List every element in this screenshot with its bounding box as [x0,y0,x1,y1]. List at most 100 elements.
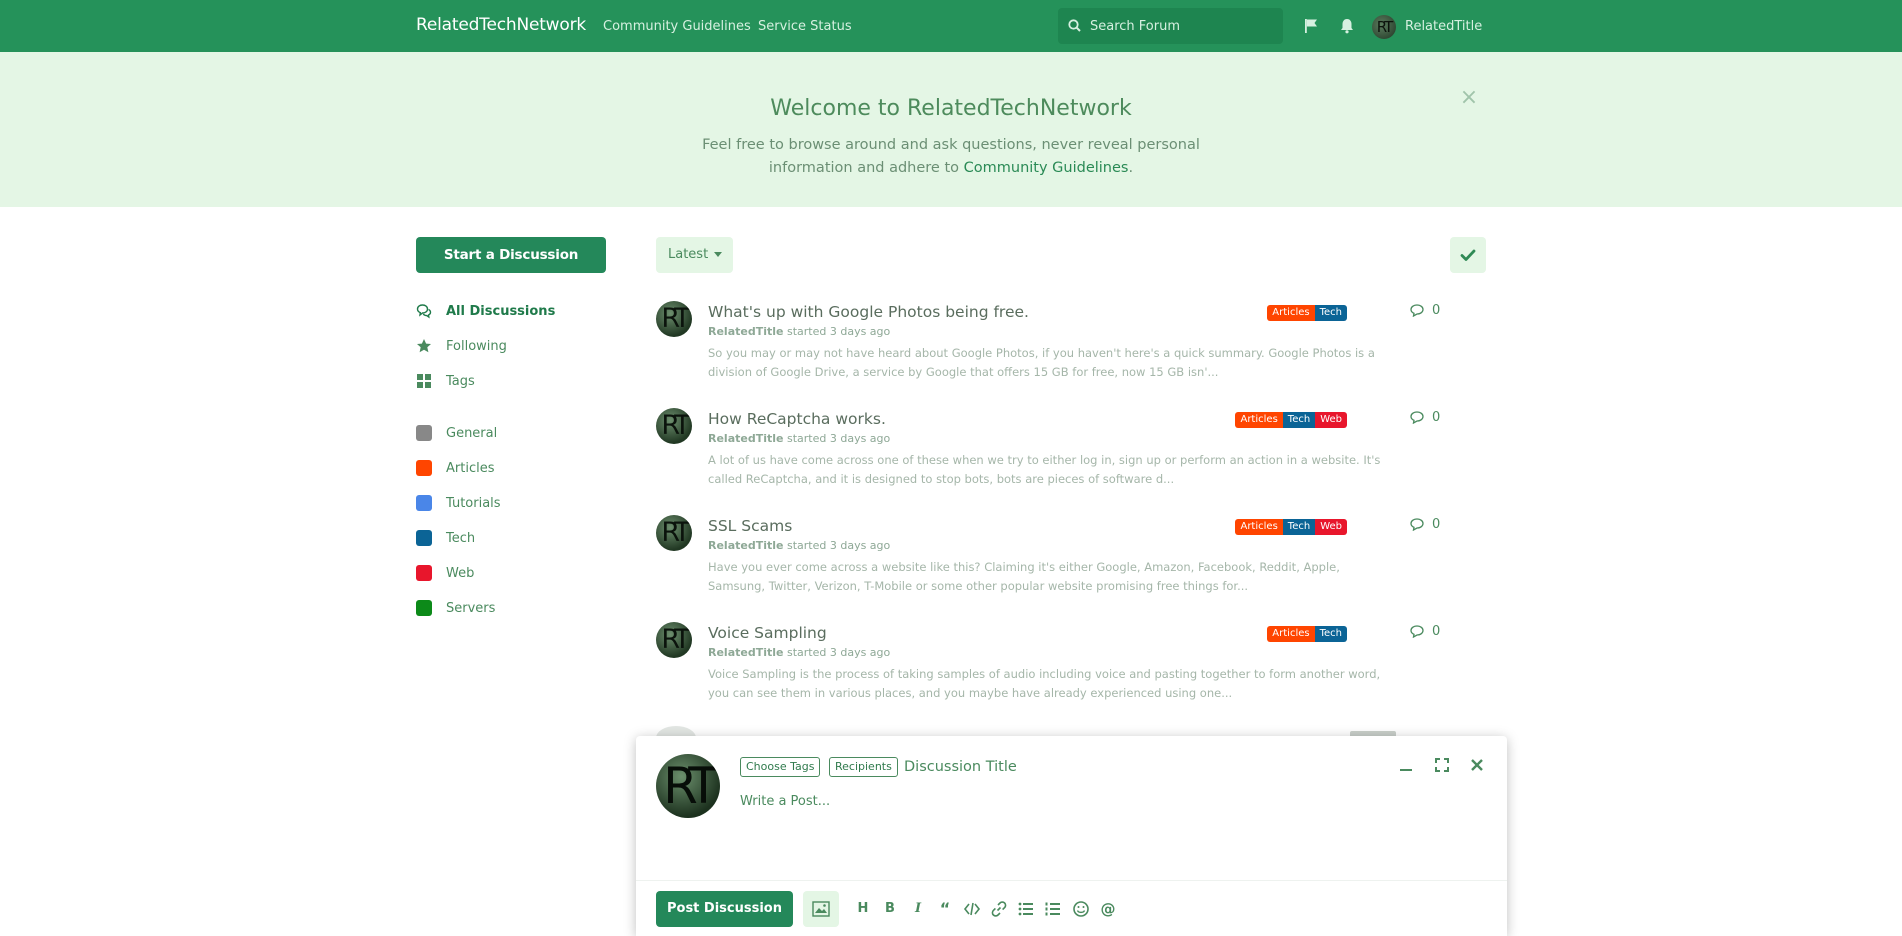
sidebar-item-all-discussions[interactable]: All Discussions [416,301,555,321]
tag-badge[interactable]: Articles [1267,626,1315,642]
link-icon[interactable] [990,900,1008,918]
discussion-item[interactable]: RT What's up with Google Photos being fr… [656,301,1446,401]
discussion-item[interactable]: RT Voice Sampling RelatedTitle started 3… [656,622,1446,722]
reply-count-value: 0 [1432,517,1441,532]
discussion-author[interactable]: RelatedTitle [708,325,783,338]
bullet-list-icon[interactable] [1017,900,1035,918]
sidebar-tag-general[interactable]: General [416,423,497,443]
bold-icon[interactable]: B [881,900,899,918]
comment-icon [1410,625,1424,638]
search-box [1058,8,1283,44]
discussion-composer: RT Choose Tags Recipients Post Discussio… [636,736,1507,936]
discussion-meta: RelatedTitle started 3 days ago [708,432,890,445]
user-avatar[interactable]: RT [1372,15,1396,39]
tag-badge[interactable]: Tech [1314,626,1347,642]
recipients-button[interactable]: Recipients [829,757,898,777]
flag-icon[interactable] [1302,17,1320,35]
author-avatar[interactable]: RT [656,408,692,444]
bell-icon[interactable] [1338,17,1356,35]
tag-badge[interactable]: Web [1315,412,1347,428]
post-body-textarea[interactable] [740,794,1440,854]
author-avatar[interactable]: RT [656,622,692,658]
close-icon[interactable] [1467,755,1487,775]
discussion-title[interactable]: What's up with Google Photos being free. [708,303,1029,321]
tag-badge[interactable]: Articles [1235,412,1283,428]
image-upload-button[interactable] [803,891,839,927]
tag-badge[interactable]: Tech [1282,412,1316,428]
nav-community-guidelines[interactable]: Community Guidelines [603,19,751,34]
minimize-icon[interactable] [1396,755,1416,775]
grid-icon [417,374,431,388]
sidebar-tag-tech[interactable]: Tech [416,528,475,548]
sidebar-item-label: Tags [446,373,475,389]
discussion-excerpt: Voice Sampling is the process of taking … [708,667,1381,700]
discussion-meta: RelatedTitle started 3 days ago [708,539,890,552]
tag-badge[interactable]: Tech [1282,519,1316,535]
author-avatar[interactable]: RT [656,301,692,337]
discussion-meta: RelatedTitle started 3 days ago [708,325,890,338]
discussion-time: started 3 days ago [786,432,891,445]
heading-icon[interactable]: H [854,900,872,918]
start-discussion-button[interactable]: Start a Discussion [416,237,606,273]
discussion-title[interactable]: SSL Scams [708,517,792,535]
discussion-tags: Articles Tech Web [1235,412,1347,428]
sidebar-item-label: Following [446,338,507,354]
tag-badge[interactable]: Articles [1235,519,1283,535]
discussion-title[interactable]: How ReCaptcha works. [708,410,886,428]
reply-count-value: 0 [1432,624,1441,639]
code-icon[interactable] [963,900,981,918]
sidebar-tag-label: General [446,425,498,441]
hero-close-button[interactable]: × [1459,87,1479,109]
hero-guidelines-link[interactable]: Community Guidelines [964,160,1129,176]
tag-badge[interactable]: Articles [1267,305,1315,321]
fullscreen-icon[interactable] [1432,755,1452,775]
sidebar-item-tags[interactable]: Tags [416,371,475,391]
discussion-item[interactable]: RT How ReCaptcha works. RelatedTitle sta… [656,408,1446,508]
discussion-author[interactable]: RelatedTitle [708,539,783,552]
discussion-title[interactable]: Voice Sampling [708,624,827,642]
user-menu[interactable]: RelatedTitle [1405,19,1482,34]
sort-dropdown[interactable]: Latest [656,237,733,273]
numbered-list-icon[interactable] [1044,900,1062,918]
discussion-tags: Articles Tech [1267,626,1347,642]
emoji-icon[interactable] [1072,900,1090,918]
composer-avatar: RT [656,754,720,818]
discussion-time: started 3 days ago [786,325,891,338]
reply-count-value: 0 [1432,303,1441,318]
tag-badge[interactable]: Tech [1314,305,1347,321]
author-avatar[interactable]: RT [656,515,692,551]
post-discussion-button[interactable]: Post Discussion [656,891,793,927]
sidebar-item-following[interactable]: Following [416,336,507,356]
discussion-tags: Articles Tech Web [1235,519,1347,535]
search-input[interactable] [1090,16,1275,36]
discussion-author[interactable]: RelatedTitle [708,432,783,445]
choose-tags-button[interactable]: Choose Tags [740,757,821,777]
welcome-hero: Welcome to RelatedTechNetwork Feel free … [0,52,1902,207]
mention-icon[interactable]: @ [1099,900,1117,918]
comments-icon [416,304,432,319]
discussion-item[interactable]: RT SSL Scams RelatedTitle started 3 days… [656,515,1446,615]
nav-service-status[interactable]: Service Status [758,19,852,34]
reply-count: 0 [1410,410,1440,425]
tag-color-swatch [416,495,432,511]
sidebar-tag-web[interactable]: Web [416,563,474,583]
reply-count: 0 [1410,517,1440,532]
star-icon [417,339,431,353]
quote-icon[interactable]: “ [936,900,954,918]
sidebar-tag-servers[interactable]: Servers [416,598,495,618]
tag-badge[interactable]: Web [1315,519,1347,535]
discussion-title-input[interactable] [904,756,1204,778]
sort-label: Latest [668,247,709,262]
sidebar-tag-label: Servers [446,600,496,616]
italic-icon[interactable]: I [909,900,927,918]
brand-logo[interactable]: RelatedTechNetwork [416,15,586,35]
tag-color-swatch [416,530,432,546]
search-icon [1068,19,1081,32]
tag-color-swatch [416,460,432,476]
discussion-tags: Articles Tech [1267,305,1347,321]
sidebar-tag-articles[interactable]: Articles [416,458,494,478]
sidebar-tag-tutorials[interactable]: Tutorials [416,493,501,513]
reply-count: 0 [1410,624,1440,639]
discussion-author[interactable]: RelatedTitle [708,646,783,659]
mark-all-read-button[interactable] [1450,237,1486,273]
